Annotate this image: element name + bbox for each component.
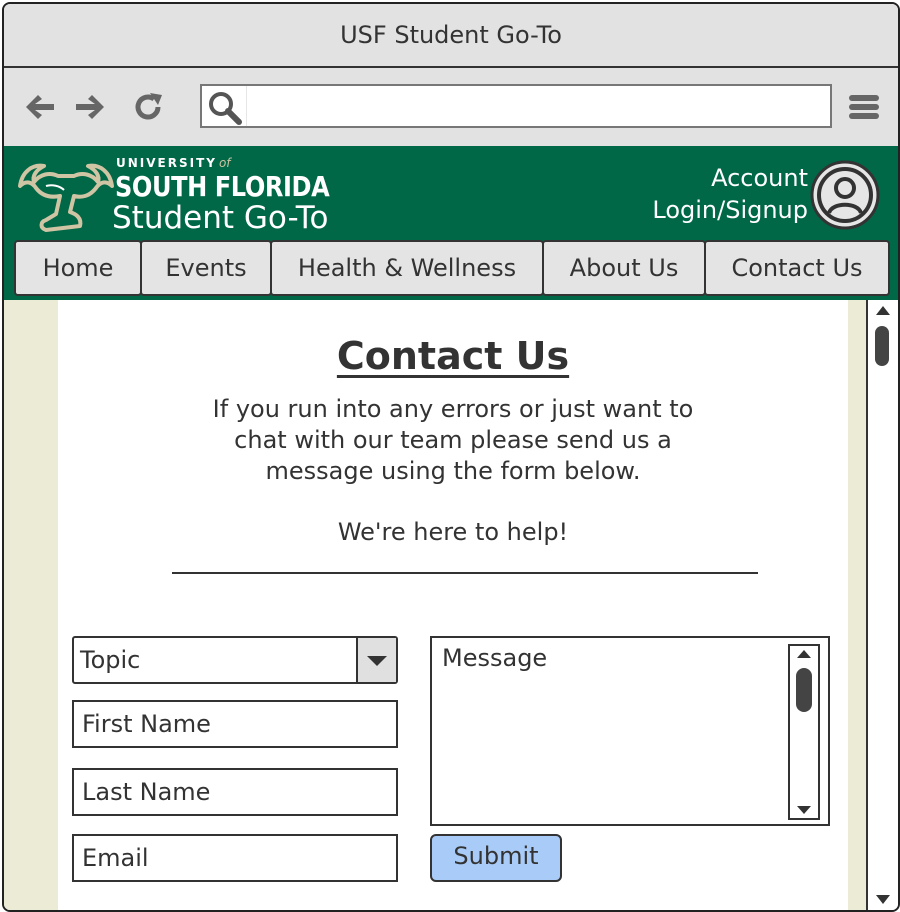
message-box — [430, 636, 830, 826]
nav-health-wellness[interactable]: Health & Wellness — [270, 240, 544, 296]
section-divider — [172, 572, 758, 574]
page-title: Contact Us — [336, 334, 570, 378]
topic-select[interactable]: Topic — [72, 636, 398, 684]
intro-line: If you run into any errors or just want … — [212, 395, 694, 423]
brand-university: UNIVERSITY — [116, 156, 217, 170]
nav-about-us[interactable]: About Us — [542, 240, 706, 296]
submit-button[interactable]: Submit — [430, 834, 562, 882]
intro-line: message using the form below. — [265, 457, 641, 485]
address-input[interactable] — [248, 86, 828, 128]
nav-home[interactable]: Home — [14, 240, 142, 296]
page-scrollbar[interactable] — [866, 300, 898, 910]
brand-university-text: UNIVERSITY of — [116, 156, 231, 170]
nav-contact-us[interactable]: Contact Us — [704, 240, 890, 296]
address-bar[interactable] — [200, 84, 832, 128]
usf-bull-logo-icon[interactable] — [16, 156, 116, 236]
window-title: USF Student Go-To — [340, 21, 562, 49]
last-name-input[interactable] — [74, 770, 396, 814]
reload-icon[interactable] — [130, 89, 166, 125]
first-name-input[interactable] — [74, 702, 396, 746]
last-name-field — [72, 768, 398, 816]
message-textarea[interactable] — [432, 638, 784, 824]
scroll-thumb[interactable] — [875, 326, 889, 366]
menu-icon[interactable] — [846, 89, 882, 125]
window-title-bar: USF Student Go-To — [4, 4, 898, 68]
help-text: We're here to help! — [337, 518, 569, 546]
account-link[interactable]: Account Login/Signup — [652, 162, 808, 226]
brand-of: of — [218, 156, 231, 170]
chevron-down-icon — [367, 656, 387, 666]
dropdown-button[interactable] — [356, 638, 396, 682]
forward-arrow-icon[interactable] — [72, 89, 108, 125]
site-header: UNIVERSITY of SOUTH FLORIDA Student Go-To… — [4, 146, 898, 300]
site-subtitle: Student Go-To — [112, 200, 329, 236]
browser-window: USF Student Go-To UNIVERSITY of SOUTH FL… — [2, 2, 900, 912]
email-field — [72, 834, 398, 882]
scroll-thumb[interactable] — [796, 668, 812, 712]
first-name-field — [72, 700, 398, 748]
nav-events[interactable]: Events — [140, 240, 272, 296]
scroll-down-icon[interactable] — [876, 895, 890, 904]
scroll-up-icon[interactable] — [876, 306, 890, 315]
intro-text: If you run into any errors or just want … — [58, 394, 848, 487]
main-nav: Home Events Health & Wellness About Us C… — [14, 240, 890, 298]
scroll-down-icon[interactable] — [797, 806, 811, 814]
browser-toolbar — [4, 68, 898, 146]
contact-panel: Contact Us If you run into any errors or… — [58, 300, 848, 910]
address-divider — [246, 86, 247, 126]
message-scrollbar[interactable] — [788, 644, 820, 820]
intro-line: chat with our team please send us a — [234, 426, 672, 454]
topic-select-value: Topic — [80, 646, 141, 674]
scroll-up-icon[interactable] — [797, 650, 811, 658]
user-avatar-icon[interactable] — [810, 160, 880, 230]
email-input[interactable] — [74, 836, 396, 880]
page-content: Contact Us If you run into any errors or… — [4, 300, 866, 910]
account-label: Account — [711, 164, 808, 192]
brand-name: SOUTH FLORIDA — [115, 170, 330, 203]
login-signup-label: Login/Signup — [652, 196, 808, 224]
back-arrow-icon[interactable] — [22, 89, 58, 125]
search-icon — [206, 89, 244, 127]
